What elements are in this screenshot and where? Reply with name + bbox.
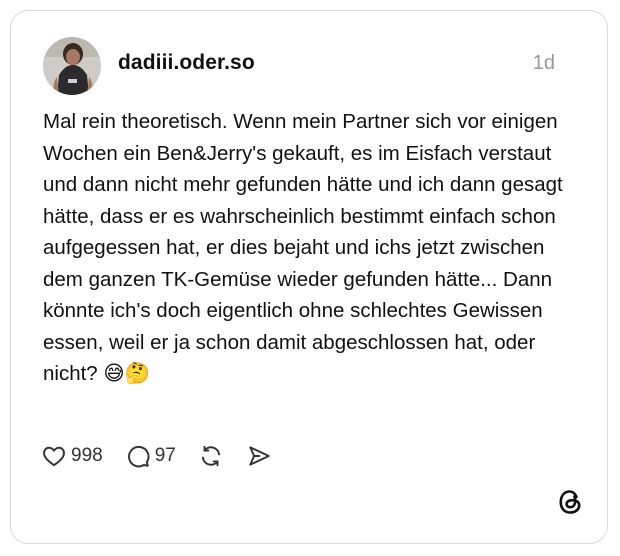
action-bar: 998 97 bbox=[41, 441, 294, 471]
like-button[interactable]: 998 bbox=[41, 443, 103, 469]
reply-button[interactable]: 97 bbox=[125, 443, 176, 469]
share-button[interactable] bbox=[246, 443, 272, 469]
post-card: dadiii.oder.so 1d Mal rein theoretisch. … bbox=[10, 10, 608, 544]
heart-icon bbox=[41, 443, 67, 469]
username[interactable]: dadiii.oder.so bbox=[118, 51, 255, 75]
like-count: 998 bbox=[71, 445, 103, 466]
avatar-image bbox=[43, 37, 101, 95]
post-text: Mal rein theoretisch. Wenn mein Partner … bbox=[43, 110, 563, 385]
comment-bubble-icon bbox=[125, 443, 151, 469]
reply-count: 97 bbox=[154, 445, 176, 466]
timestamp: 1d bbox=[532, 52, 555, 74]
repost-button[interactable] bbox=[198, 443, 224, 469]
avatar[interactable] bbox=[43, 37, 101, 95]
send-icon bbox=[246, 443, 272, 469]
threads-logo-icon[interactable] bbox=[555, 487, 585, 517]
repost-icon bbox=[198, 443, 224, 469]
